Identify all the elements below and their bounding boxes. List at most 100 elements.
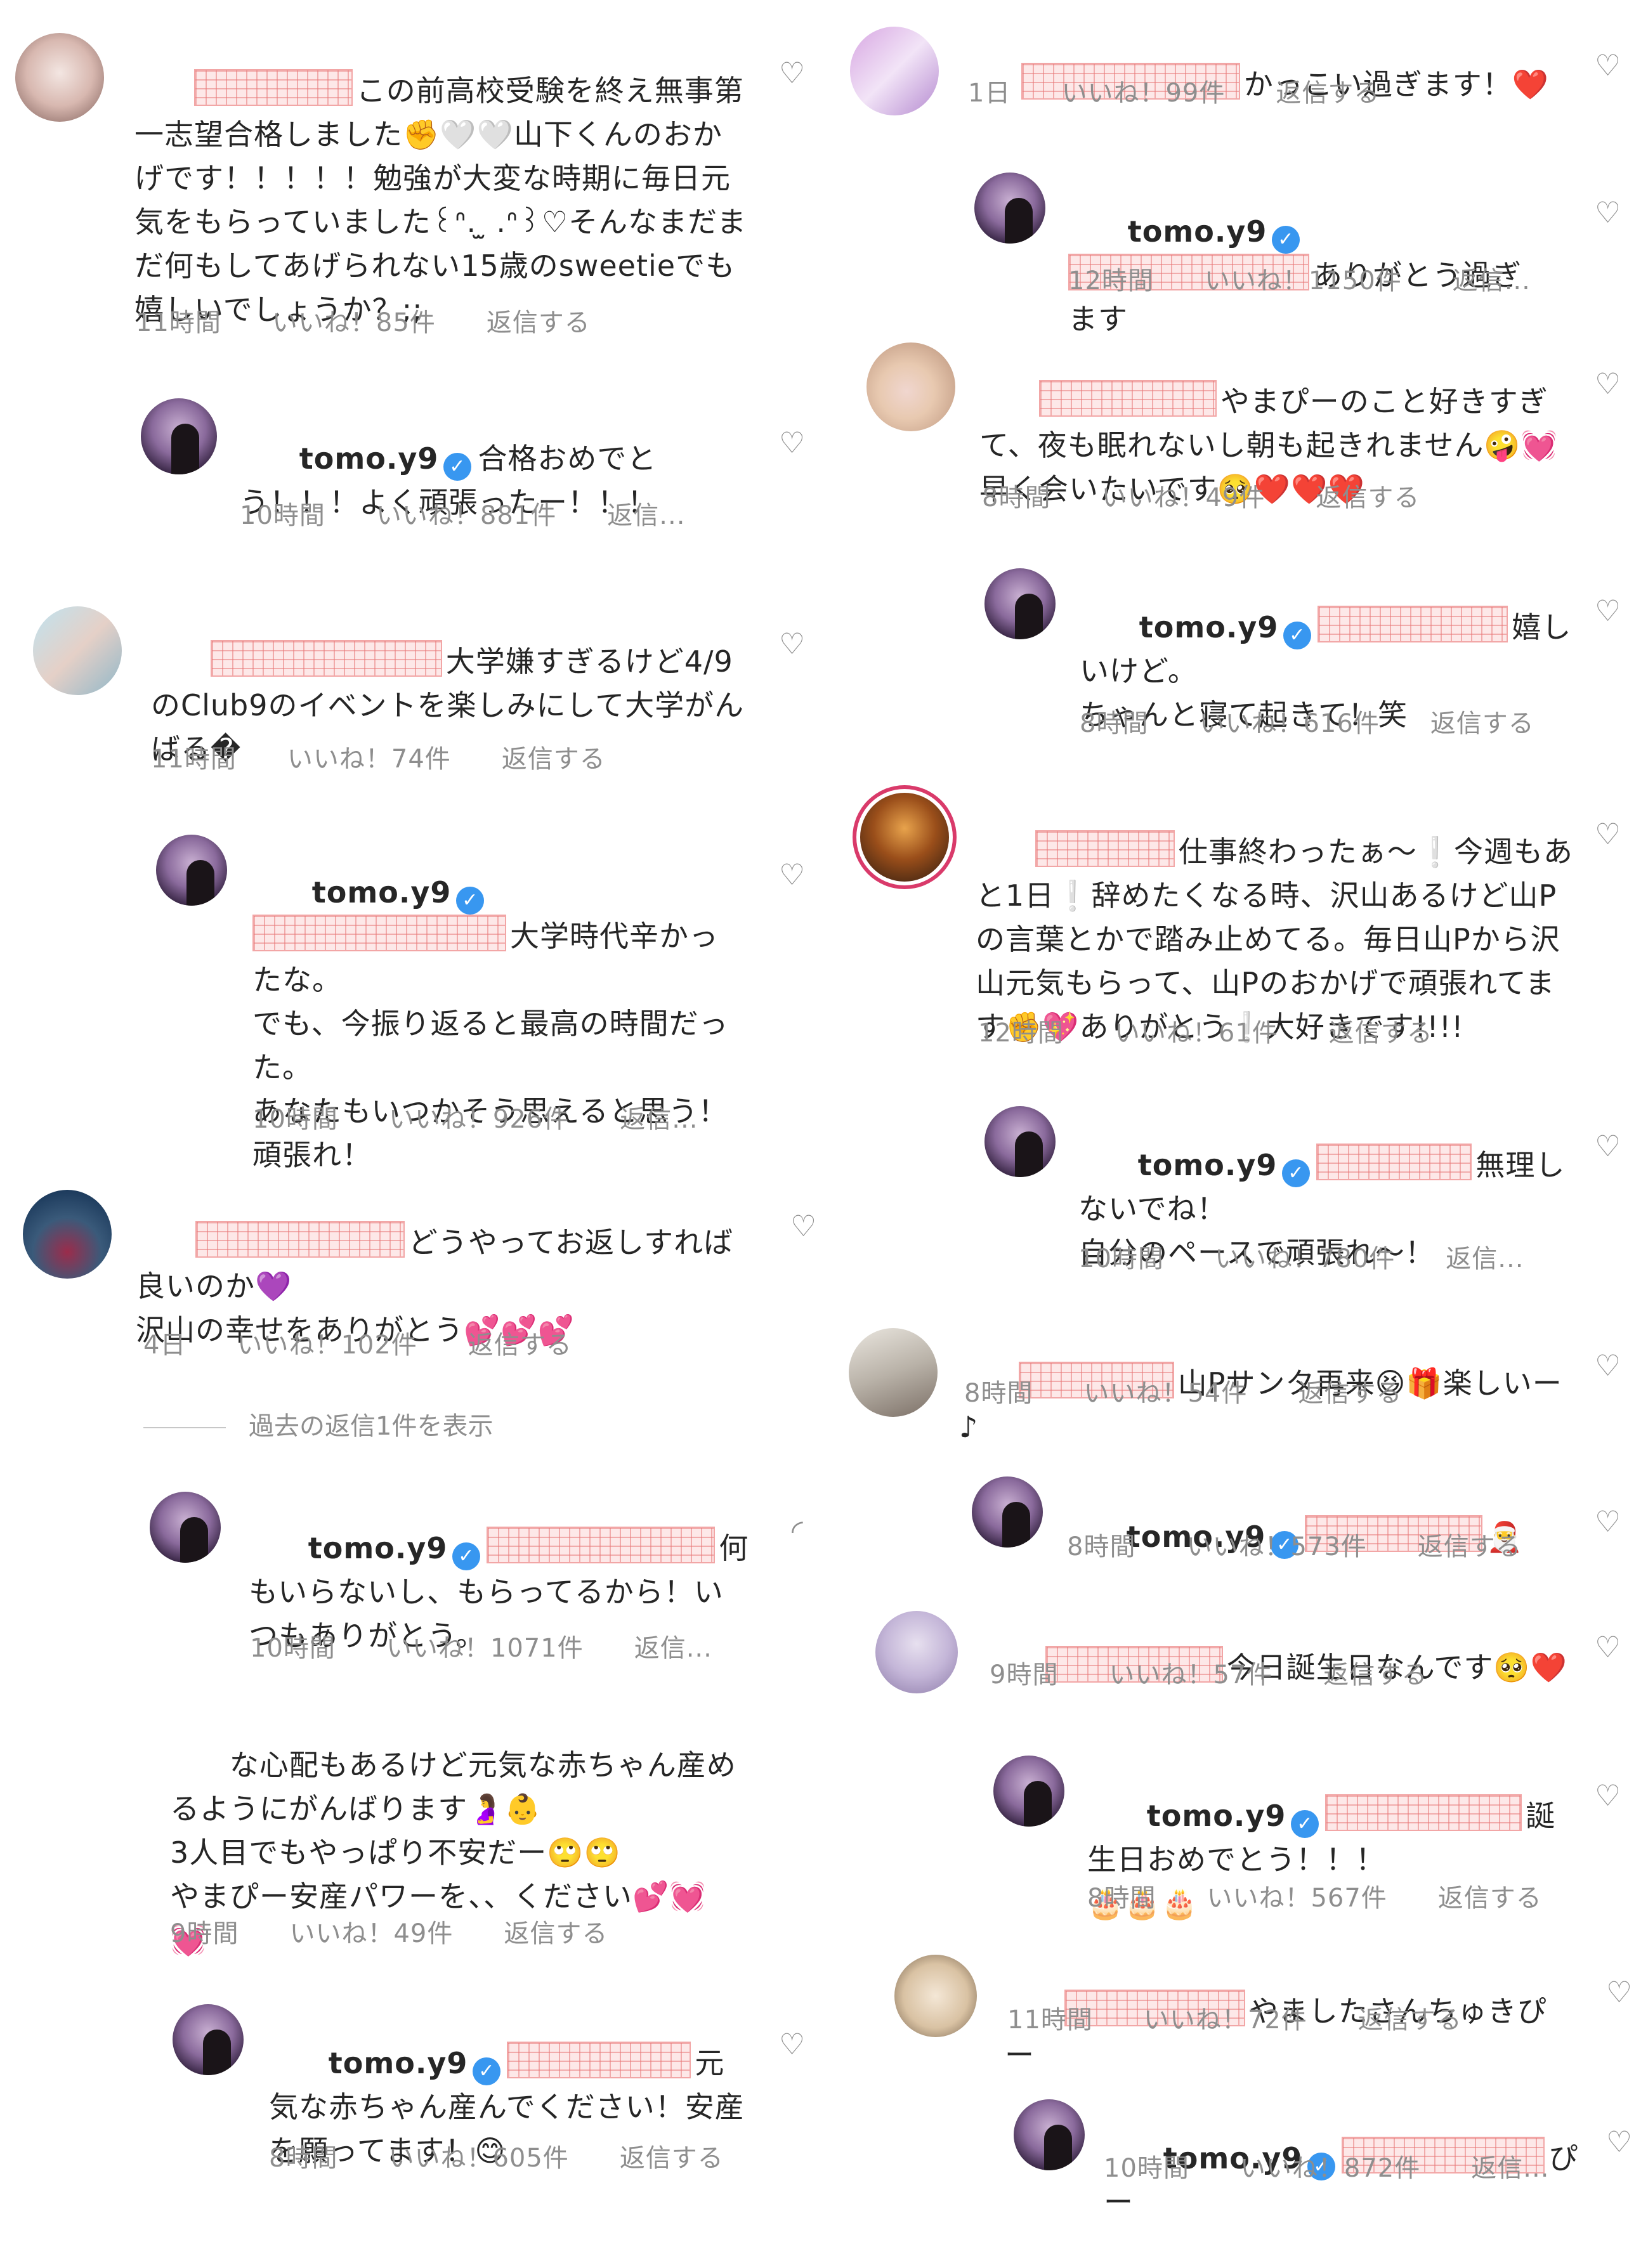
reply-meta: 10時間 いいね！926件 返信... xyxy=(252,1098,749,1135)
likes-count[interactable]: いいね！1150件 xyxy=(1205,266,1402,296)
likes-count[interactable]: いいね！881件 xyxy=(376,501,556,530)
username[interactable]: tomo.y9 xyxy=(1128,214,1267,249)
likes-count[interactable]: いいね！102件 xyxy=(237,1331,417,1360)
likes-count[interactable]: いいね！74件 xyxy=(287,745,451,774)
reply-button[interactable]: 返信する xyxy=(487,308,591,337)
likes-count[interactable]: いいね！99件 xyxy=(1061,79,1225,108)
heart-icon[interactable]: ♡ xyxy=(1595,819,1621,849)
heart-icon[interactable]: ♡ xyxy=(1595,369,1621,398)
timestamp: 11時間 xyxy=(136,308,221,337)
avatar[interactable] xyxy=(173,2004,244,2075)
username[interactable]: tomo.y9 xyxy=(299,441,439,476)
likes-count[interactable]: いいね！872件 xyxy=(1240,2154,1420,2183)
redacted-username xyxy=(1038,380,1217,417)
heart-icon[interactable]: ♡ xyxy=(1606,1978,1632,2007)
avatar[interactable] xyxy=(156,835,227,906)
heart-icon[interactable]: ♡ xyxy=(1595,1781,1621,1810)
avatar[interactable] xyxy=(150,1492,221,1563)
redacted-username xyxy=(507,2042,691,2078)
likes-count[interactable]: いいね！85件 xyxy=(272,308,436,337)
reply-button[interactable]: 返信する xyxy=(1323,1660,1427,1690)
heart-icon[interactable]: ♡ xyxy=(779,428,805,457)
username[interactable]: tomo.y9 xyxy=(1147,1799,1286,1833)
likes-count[interactable]: いいね！605件 xyxy=(388,2144,568,2173)
redacted-username xyxy=(1318,606,1508,642)
reply-button[interactable]: 返信... xyxy=(1471,2154,1549,2183)
avatar[interactable] xyxy=(875,1611,958,1693)
heart-icon[interactable]: ♡ xyxy=(1595,1351,1621,1380)
avatar[interactable] xyxy=(993,1756,1064,1827)
avatar[interactable] xyxy=(867,342,955,431)
avatar[interactable] xyxy=(984,568,1056,639)
reply-button[interactable]: 返信する xyxy=(1298,1379,1402,1408)
reply-button[interactable]: 返信する xyxy=(1418,1532,1522,1561)
avatar[interactable] xyxy=(860,793,949,882)
likes-count[interactable]: いいね！926件 xyxy=(389,1105,569,1134)
reply-button[interactable]: 返信する xyxy=(1316,483,1420,512)
likes-count[interactable]: いいね！780件 xyxy=(1215,1244,1395,1274)
reply-button[interactable]: 返信する xyxy=(1430,709,1534,738)
username[interactable]: tomo.y9 xyxy=(1138,1148,1278,1182)
likes-count[interactable]: いいね！57件 xyxy=(1109,1660,1272,1690)
reply-button[interactable]: 返信する xyxy=(1358,2005,1462,2035)
heart-icon[interactable]: ♡ xyxy=(1606,2127,1632,2156)
reply-button[interactable]: 返信... xyxy=(1446,1244,1524,1274)
heart-icon[interactable]: ♡ xyxy=(779,58,805,88)
avatar[interactable] xyxy=(849,1328,938,1417)
avatar[interactable] xyxy=(15,33,104,122)
likes-count[interactable]: いいね！567件 xyxy=(1207,1884,1387,1913)
heart-icon[interactable]: ♡ xyxy=(1595,51,1621,80)
reply-button[interactable]: 返信... xyxy=(1453,266,1531,296)
avatar[interactable] xyxy=(894,1955,977,2037)
reply-button[interactable]: 返信する xyxy=(1329,1019,1433,1048)
redacted-username xyxy=(193,69,353,106)
likes-count[interactable]: いいね！49件 xyxy=(289,1919,453,1948)
reply-button[interactable]: 返信する xyxy=(504,1919,608,1948)
reply-button[interactable]: 返信... xyxy=(607,501,685,530)
likes-count[interactable]: いいね！616件 xyxy=(1199,709,1379,738)
heart-icon[interactable]: ♡ xyxy=(1595,1507,1621,1536)
heart-icon[interactable]: ♡ xyxy=(779,629,805,658)
heart-icon[interactable]: ♡ xyxy=(1595,198,1621,227)
reply-button[interactable]: 返信する xyxy=(468,1331,572,1360)
reply-button[interactable]: 返信する xyxy=(502,745,606,774)
heart-icon[interactable]: ♡ xyxy=(1595,1131,1621,1161)
reply-button[interactable]: 返信する xyxy=(1438,1884,1542,1913)
username[interactable]: tomo.y9 xyxy=(308,1531,448,1565)
reply-meta: 12時間 いいね！1150件 返信... xyxy=(1068,260,1581,297)
verified-badge-icon: ✓ xyxy=(1283,622,1312,649)
avatar[interactable] xyxy=(141,398,217,474)
heart-icon[interactable]: ♡ xyxy=(779,860,805,889)
view-previous-replies[interactable]: 過去の返信1件を表示 xyxy=(143,1405,493,1442)
avatar[interactable] xyxy=(984,1106,1056,1177)
heart-icon[interactable]: ♡ xyxy=(1595,1633,1621,1662)
comment-meta: 4日 いいね！102件 返信する xyxy=(143,1324,623,1361)
username[interactable]: tomo.y9 xyxy=(1139,610,1279,644)
reply-button[interactable]: 返信する xyxy=(1276,79,1380,108)
avatar[interactable] xyxy=(1014,2099,1085,2170)
username[interactable]: tomo.y9 xyxy=(312,875,452,909)
reply-button[interactable]: 返信... xyxy=(634,1634,712,1663)
likes-count[interactable]: いいね！1071件 xyxy=(386,1634,584,1663)
reply-text: tomo.y9 ✓ 合格おめでとう！！！よく頑張ったー！！！ xyxy=(240,393,735,568)
avatar[interactable] xyxy=(972,1476,1043,1548)
reply-button[interactable]: 返信... xyxy=(620,1105,698,1134)
avatar[interactable] xyxy=(850,27,939,115)
reply-button[interactable]: 返信する xyxy=(620,2144,724,2173)
heart-icon[interactable]: ♡ xyxy=(790,1211,816,1241)
heart-icon[interactable]: ♡ xyxy=(1595,596,1621,625)
username[interactable]: tomo.y9 xyxy=(329,2046,468,2080)
likes-count[interactable]: いいね！61件 xyxy=(1115,1019,1278,1048)
likes-count[interactable]: いいね！573件 xyxy=(1186,1532,1366,1561)
heart-icon[interactable]: ♡ xyxy=(779,2030,805,2059)
comment-meta: 9時間 いいね！57件 返信する xyxy=(990,1654,1478,1691)
avatar[interactable] xyxy=(23,1190,112,1279)
timestamp: 12時間 xyxy=(978,1019,1064,1048)
redacted-username xyxy=(252,915,506,951)
reply-text: tomo.y9 ✓ 嬉しいけど。 ちゃんと寝て起きて！笑 xyxy=(1080,562,1574,781)
likes-count[interactable]: いいね！72件 xyxy=(1144,2005,1307,2035)
likes-count[interactable]: いいね！54件 xyxy=(1083,1379,1247,1408)
avatar[interactable] xyxy=(974,173,1045,244)
avatar[interactable] xyxy=(33,606,122,695)
likes-count[interactable]: いいね！49件 xyxy=(1101,483,1265,512)
